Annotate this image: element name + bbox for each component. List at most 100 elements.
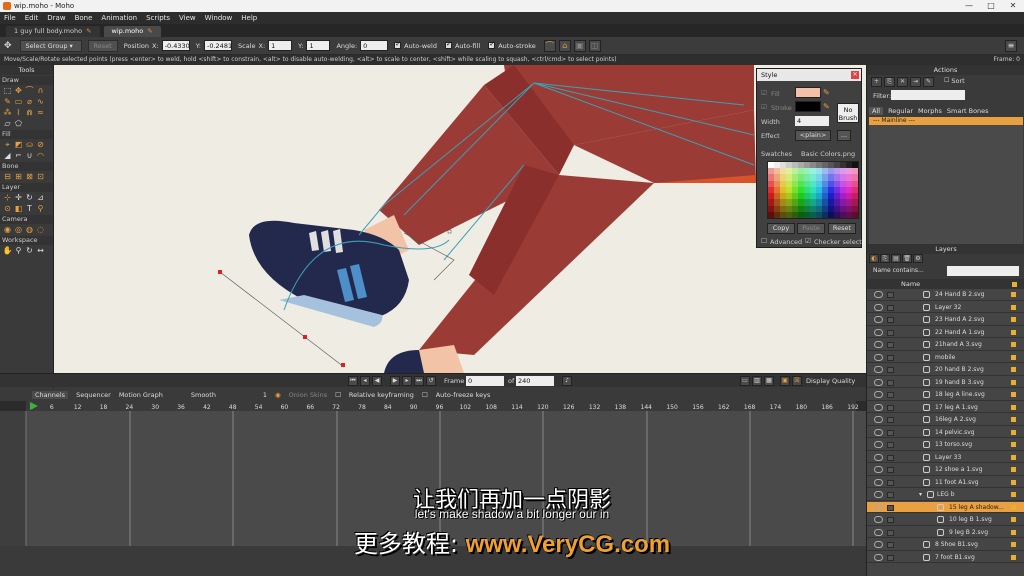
control-point[interactable] [447,229,452,234]
display-quality-dropdown[interactable]: Display Quality [806,376,855,386]
selected-point[interactable] [303,335,307,339]
sort-checkbox[interactable]: ☐ [944,77,949,87]
layer-lock-icon[interactable] [887,292,894,298]
menu-window[interactable]: Window [205,14,233,22]
visibility-eye-icon[interactable] [874,441,883,448]
angle-field[interactable]: 0 [360,40,389,51]
auto-weld-checkbox[interactable] [394,40,402,49]
layer-lock-icon[interactable] [887,367,894,373]
delete-action-icon[interactable]: ✕ [897,77,908,87]
scatter-brush-icon[interactable]: ⁂ [2,108,13,118]
text-icon[interactable]: T [24,204,35,214]
color-swatch[interactable] [852,211,858,218]
track-camera-icon[interactable]: ◉ [2,225,13,235]
reparent-bone-icon[interactable]: ⊡ [35,172,46,182]
new-layer-icon[interactable]: ◐ [869,254,879,263]
swatch-grid[interactable] [767,161,859,219]
loop-icon[interactable]: ↺ [426,376,436,386]
auto-stroke-checkbox[interactable] [488,40,496,49]
hide-edge-icon[interactable]: ⌐ [13,151,24,161]
onion-skin-icon[interactable]: ◉ [275,391,281,399]
tab-motion-graph[interactable]: Motion Graph [119,391,163,399]
visibility-eye-icon[interactable] [874,453,883,461]
onion-skins-label[interactable]: Onion Skins [289,391,327,399]
view-single-icon[interactable]: ▭ [740,376,750,386]
layer-row[interactable]: 24 Hand B 2.svg [867,289,1024,301]
transform-layer-icon[interactable]: ⊹ [2,193,13,203]
edit-action-icon[interactable]: ✎ [923,77,934,87]
total-frames-field[interactable]: 240 [516,376,554,386]
position-y-field[interactable]: -0.2481 [204,40,232,51]
magnet-icon[interactable]: ⋒ [24,108,35,118]
layer-row[interactable]: 19 hand B 3.svg [867,377,1024,388]
layer-lock-icon[interactable] [887,442,894,448]
tab-morphs[interactable]: Morphs [918,107,942,115]
visibility-eye-icon[interactable] [874,341,883,348]
select-group-dropdown[interactable]: Select Group ▾ [19,39,82,52]
layer-lock-icon[interactable] [887,354,894,361]
layer-row[interactable]: 14 pelvic.svg [867,427,1024,438]
fill-color-swatch[interactable] [795,87,821,98]
draw-shape-icon[interactable]: ▭ [13,97,24,107]
doc-tab-guy-full-body[interactable]: 1 guy full body.moho ✎ [6,26,100,37]
maximize-button[interactable]: □ [980,0,1002,12]
pen-pressure-icon[interactable]: ⌂ [558,39,571,52]
visibility-eye-icon[interactable] [874,403,883,411]
mainline-item[interactable]: --- Mainline --- [869,117,1023,125]
delete-layer-icon[interactable]: 🗑 [902,254,912,263]
effect-dropdown[interactable]: <plain> [795,130,831,141]
interp-value[interactable]: 1 [263,391,267,399]
onion-toggle-icon[interactable]: ☒ [792,376,802,386]
frame-field[interactable]: 0 [466,376,504,386]
close-window-button[interactable]: ✕ [1002,0,1024,12]
swatches-file-dropdown[interactable]: Basic Colors.png [801,150,855,158]
menu-scripts[interactable]: Scripts [146,14,170,22]
freehand-icon[interactable]: ✎ [2,97,13,107]
layer-lock-icon[interactable] [887,304,894,311]
layer-row[interactable]: 12 shoe a 1.svg [867,464,1024,476]
safe-frame-icon[interactable]: ▣ [780,376,790,386]
position-x-field[interactable]: -0.4330 [161,40,190,51]
layer-filter-dropdown[interactable]: Name contains... [873,266,945,276]
line-width-icon[interactable]: ◢ [2,151,13,161]
tab-regular[interactable]: Regular [888,107,913,115]
play-icon[interactable]: ▶ [390,376,400,386]
no-brush-button[interactable]: No Brush [837,103,859,123]
layer-settings-icon[interactable]: ⚙ [913,254,923,263]
pan-tilt-icon[interactable]: ◌ [35,225,46,235]
width-field[interactable]: 4 [795,116,829,126]
minimize-button[interactable]: — [958,0,980,12]
duplicate-layer-icon[interactable]: ⎘ [880,254,890,263]
zoom-camera-icon[interactable]: ◎ [13,225,24,235]
eyedropper-icon[interactable]: ⚲ [35,204,46,214]
layer-lock-icon[interactable] [887,379,894,386]
insert-action-icon[interactable]: ⇥ [910,77,921,87]
canvas-viewport[interactable] [54,65,866,373]
stroke-color-swatch[interactable] [795,101,821,112]
layer-row[interactable]: mobile [867,352,1024,363]
control-point[interactable] [341,363,345,367]
layer-row[interactable]: 16leg A 2.svg [867,414,1024,426]
stroke-pencil-icon[interactable]: ✎ [823,102,830,111]
layer-row[interactable]: 17 leg A 1.svg [867,402,1024,413]
copy-button[interactable]: Copy [767,223,795,234]
paste-button[interactable]: Paste [797,223,825,234]
tab-channels[interactable]: Channels [32,391,69,399]
new-action-icon[interactable]: + [871,77,882,87]
visibility-eye-icon[interactable] [874,416,883,423]
select-bone-icon[interactable]: ⊟ [2,172,13,182]
layer-lock-icon[interactable] [887,404,894,411]
layer-lock-icon[interactable] [887,417,894,423]
layer-shear-icon[interactable]: ◧ [13,204,24,214]
tab-sequencer[interactable]: Sequencer [76,391,111,399]
layer-row[interactable]: Layer 32 [867,302,1024,313]
menu-edit[interactable]: Edit [25,14,39,22]
curvature-icon[interactable]: ∩ [35,86,46,96]
timeline-ruler[interactable]: 0612182430364248546066727884909610210811… [0,401,866,411]
bezier-handles-icon[interactable]: ⌒ [543,39,556,52]
layer-row[interactable]: 13 torso.svg [867,439,1024,451]
fast-forward-icon[interactable]: ⏭ [414,376,424,386]
menu-view[interactable]: View [179,14,196,22]
menu-draw[interactable]: Draw [47,14,65,22]
pan-hand-icon[interactable]: ✋ [2,246,13,256]
